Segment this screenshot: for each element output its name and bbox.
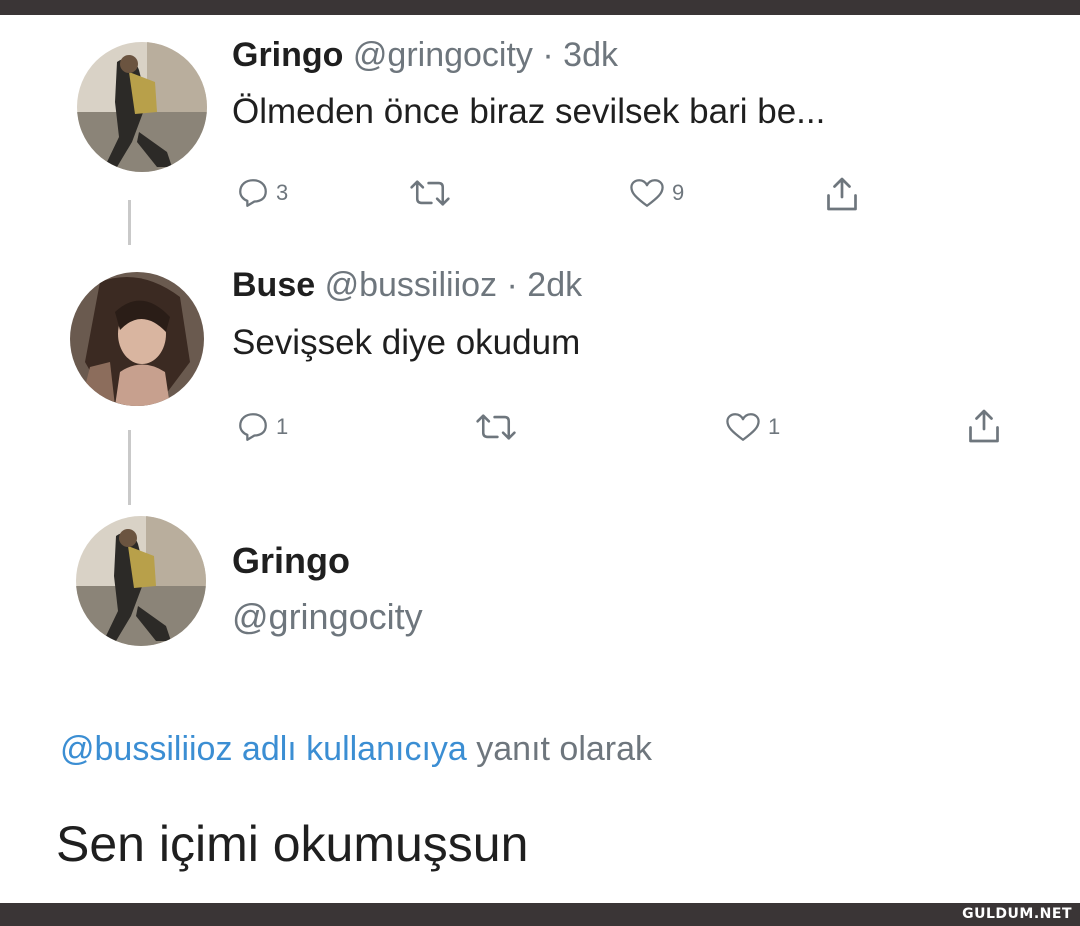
top-frame-bar [0, 0, 1080, 15]
watermark: GULDUM.NET [962, 906, 1072, 922]
retweet-button[interactable] [474, 410, 518, 444]
retweet-icon [476, 414, 516, 440]
avatar-gringo[interactable] [77, 42, 207, 172]
reply-count: 1 [276, 414, 289, 439]
share-button[interactable] [824, 174, 860, 214]
reply-context-suffix: yanıt olarak [476, 730, 653, 768]
author-name[interactable]: Buse [232, 266, 315, 304]
avatar-image [76, 516, 206, 646]
like-icon [726, 413, 760, 441]
like-count: 9 [672, 180, 685, 205]
tweet-time[interactable]: 2dk [527, 266, 582, 304]
like-button[interactable]: 9 [628, 176, 684, 210]
share-icon [969, 409, 999, 443]
tweet-header: Buse @bussiliioz · 2dk [232, 266, 582, 305]
avatar-buse[interactable] [70, 272, 204, 406]
avatar-image [77, 42, 207, 172]
author-handle[interactable]: @gringocity [232, 596, 423, 638]
retweet-button[interactable] [408, 176, 452, 210]
retweet-icon [410, 180, 450, 206]
bottom-frame-bar [0, 903, 1080, 926]
share-button[interactable] [966, 406, 1002, 446]
reply-icon [239, 179, 267, 207]
like-button[interactable]: 1 [724, 410, 780, 444]
reply-icon [239, 413, 267, 441]
separator: · [542, 36, 554, 74]
reply-button[interactable]: 3 [236, 176, 288, 210]
thread-line [128, 430, 131, 505]
author-name[interactable]: Gringo [232, 540, 350, 582]
avatar-image [70, 272, 204, 406]
like-icon [630, 179, 664, 207]
thread-line [128, 200, 131, 245]
tweet-time[interactable]: 3dk [563, 36, 618, 74]
reply-context: @bussiliioz adlı kullanıcıya yanıt olara… [60, 730, 652, 769]
author-handle[interactable]: @bussiliioz [325, 266, 497, 304]
tweet-text: Sevişsek diye okudum [232, 323, 581, 362]
like-count: 1 [768, 414, 781, 439]
author-name[interactable]: Gringo [232, 36, 343, 74]
tweet-header: Gringo @gringocity · 3dk [232, 36, 618, 75]
reply-count: 3 [276, 180, 289, 205]
separator: · [506, 266, 518, 304]
avatar-gringo[interactable] [76, 516, 206, 646]
reply-button[interactable]: 1 [236, 410, 288, 444]
tweet-text: Ölmeden önce biraz sevilsek bari be... [232, 92, 826, 131]
reply-mention-link[interactable]: @bussiliioz adlı kullanıcıya [60, 730, 467, 768]
share-icon [827, 177, 857, 211]
tweet-text: Sen içimi okumuşsun [56, 816, 529, 872]
author-handle[interactable]: @gringocity [353, 36, 533, 74]
